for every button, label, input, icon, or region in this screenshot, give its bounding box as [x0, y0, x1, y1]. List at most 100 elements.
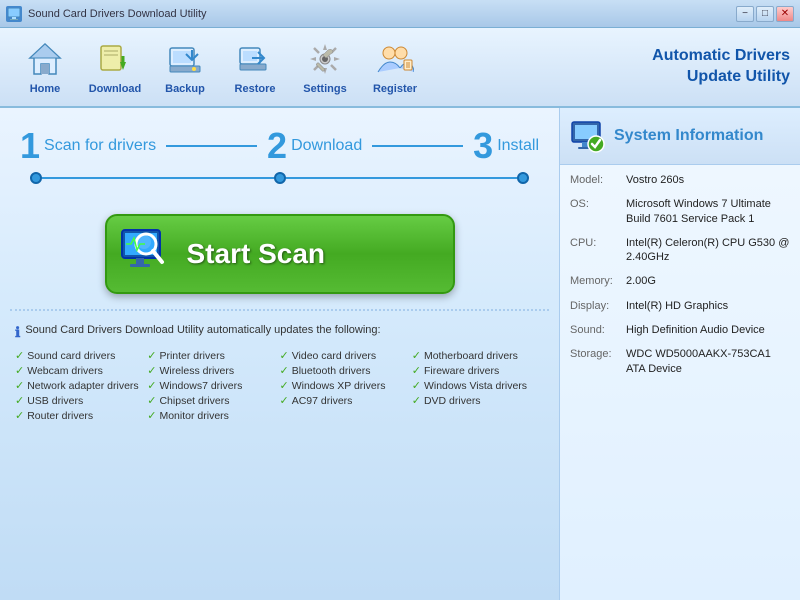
step-1-number: 1	[20, 128, 40, 164]
register-icon	[375, 39, 415, 79]
home-label: Home	[30, 83, 61, 95]
sysinfo-value-display: Intel(R) HD Graphics	[626, 299, 728, 313]
download-label: Download	[89, 83, 142, 95]
window-title: Sound Card Drivers Download Utility	[28, 8, 736, 20]
list-item: ✓Sound card drivers	[15, 349, 147, 362]
list-item: ✓Webcam drivers	[15, 364, 147, 377]
list-item: ✓Windows Vista drivers	[412, 379, 544, 392]
step-2-label: Download	[291, 137, 362, 155]
title-bar: Sound Card Drivers Download Utility − □ …	[0, 0, 800, 28]
settings-icon	[305, 39, 345, 79]
sysinfo-label-display: Display:	[570, 299, 620, 313]
info-icon: ℹ	[15, 324, 20, 341]
list-item: ✓DVD drivers	[412, 394, 544, 407]
step-1: 1 Scan for drivers	[20, 128, 156, 164]
sysinfo-label-sound: Sound:	[570, 323, 620, 337]
close-button[interactable]: ✕	[776, 6, 794, 22]
sysinfo-icon	[570, 118, 606, 154]
info-description: Sound Card Drivers Download Utility auto…	[25, 324, 380, 336]
download-icon	[95, 39, 135, 79]
list-item: ✓Video card drivers	[280, 349, 412, 362]
toolbar-item-settings[interactable]: Settings	[290, 35, 360, 99]
progress-dot-2	[274, 172, 286, 184]
check-icon: ✓	[15, 379, 24, 392]
check-icon: ✓	[280, 394, 289, 407]
start-scan-button[interactable]: Start Scan	[105, 214, 455, 294]
scan-button-label: Start Scan	[187, 238, 326, 270]
window-controls[interactable]: − □ ✕	[736, 6, 794, 22]
step-3: 3 Install	[473, 128, 539, 164]
progress-line-2	[286, 177, 518, 179]
progress-dot-1	[30, 172, 42, 184]
check-icon: ✓	[280, 364, 289, 377]
list-item: ✓Bluetooth drivers	[280, 364, 412, 377]
list-item: ✓Motherboard drivers	[412, 349, 544, 362]
home-icon	[25, 39, 65, 79]
toolbar-item-register[interactable]: Register	[360, 35, 430, 99]
maximize-button[interactable]: □	[756, 6, 774, 22]
check-icon: ✓	[147, 409, 156, 422]
list-item: ✓Windows7 drivers	[147, 379, 279, 392]
sysinfo-value-storage: WDC WD5000AAKX-753CA1 ATA Device	[626, 347, 790, 376]
list-item: ✓Chipset drivers	[147, 394, 279, 407]
check-icon: ✓	[15, 364, 24, 377]
info-title: ℹ Sound Card Drivers Download Utility au…	[15, 324, 544, 341]
settings-label: Settings	[303, 83, 346, 95]
sysinfo-row-sound: Sound: High Definition Audio Device	[570, 323, 790, 337]
list-item: ✓Fireware drivers	[412, 364, 544, 377]
backup-label: Backup	[165, 83, 205, 95]
check-icon: ✓	[147, 364, 156, 377]
main-content: 1 Scan for drivers 2 Download 3 Install	[0, 108, 800, 600]
sysinfo-title: System Information	[614, 127, 763, 145]
sysinfo-row-cpu: CPU: Intel(R) Celeron(R) CPU G530 @ 2.40…	[570, 236, 790, 265]
check-icon: ✓	[147, 349, 156, 362]
step-1-label: Scan for drivers	[44, 137, 156, 155]
right-panel: System Information Model: Vostro 260s OS…	[560, 108, 800, 600]
check-icon: ✓	[147, 379, 156, 392]
steps-area: 1 Scan for drivers 2 Download 3 Install	[0, 108, 559, 204]
step-2: 2 Download	[267, 128, 362, 164]
toolbar-item-backup[interactable]: Backup	[150, 35, 220, 99]
check-icon: ✓	[412, 364, 421, 377]
driver-grid: ✓Sound card drivers ✓Printer drivers ✓Vi…	[15, 349, 544, 422]
check-icon: ✓	[280, 379, 289, 392]
restore-label: Restore	[235, 83, 276, 95]
scan-monitor-icon	[117, 224, 177, 284]
check-icon: ✓	[412, 379, 421, 392]
sysinfo-value-cpu: Intel(R) Celeron(R) CPU G530 @ 2.40GHz	[626, 236, 790, 265]
check-icon: ✓	[15, 409, 24, 422]
progress-line-1	[42, 177, 274, 179]
list-item: ✓Windows XP drivers	[280, 379, 412, 392]
auto-update-text: Automatic Drivers Update Utility	[652, 46, 790, 88]
toolbar: Home Download Backup	[0, 28, 800, 108]
sysinfo-value-model: Vostro 260s	[626, 173, 684, 187]
progress-dot-3	[517, 172, 529, 184]
check-icon: ✓	[15, 394, 24, 407]
sysinfo-row-model: Model: Vostro 260s	[570, 173, 790, 187]
sysinfo-value-os: Microsoft Windows 7 Ultimate Build 7601 …	[626, 197, 790, 226]
step-3-number: 3	[473, 128, 493, 164]
check-icon: ✓	[15, 349, 24, 362]
list-item: ✓Printer drivers	[147, 349, 279, 362]
step-divider-1	[166, 145, 257, 147]
sysinfo-value-memory: 2.00G	[626, 274, 656, 288]
steps-row: 1 Scan for drivers 2 Download 3 Install	[20, 128, 539, 164]
app-icon	[6, 6, 22, 22]
minimize-button[interactable]: −	[736, 6, 754, 22]
list-item: ✓Wireless drivers	[147, 364, 279, 377]
register-label: Register	[373, 83, 417, 95]
sysinfo-row-os: OS: Microsoft Windows 7 Ultimate Build 7…	[570, 197, 790, 226]
backup-icon	[165, 39, 205, 79]
sysinfo-label-memory: Memory:	[570, 274, 620, 288]
sysinfo-header: System Information	[560, 108, 800, 165]
sysinfo-label-cpu: CPU:	[570, 236, 620, 265]
toolbar-item-home[interactable]: Home	[10, 35, 80, 99]
list-item: ✓Monitor drivers	[147, 409, 279, 422]
toolbar-item-download[interactable]: Download	[80, 35, 150, 99]
step-divider-2	[372, 145, 463, 147]
toolbar-item-restore[interactable]: Restore	[220, 35, 290, 99]
sysinfo-row-display: Display: Intel(R) HD Graphics	[570, 299, 790, 313]
progress-row	[20, 172, 539, 184]
left-panel: 1 Scan for drivers 2 Download 3 Install	[0, 108, 560, 600]
check-icon: ✓	[412, 349, 421, 362]
